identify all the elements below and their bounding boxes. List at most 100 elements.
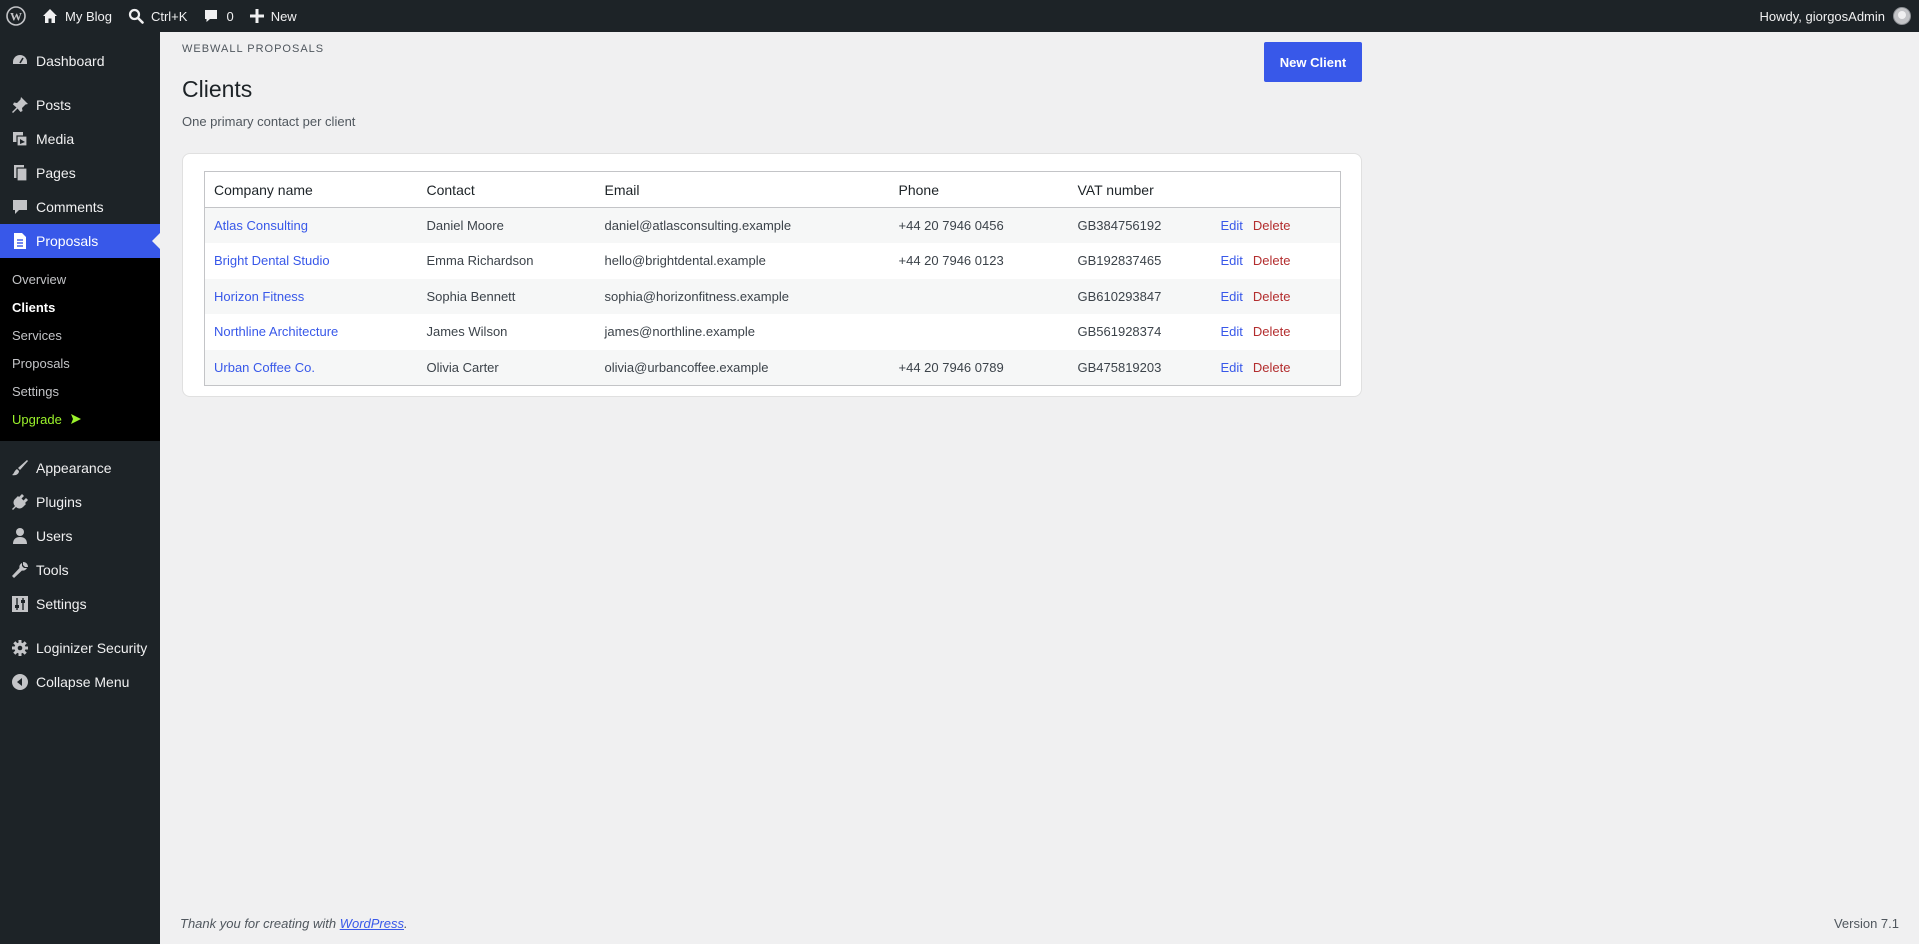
wordpress-link[interactable]: WordPress	[340, 916, 404, 931]
sidebar-item-loginizer[interactable]: Loginizer Security	[0, 631, 160, 665]
company-link[interactable]: Atlas Consulting	[204, 207, 418, 243]
vat-cell: GB475819203	[1068, 349, 1212, 385]
sidebar-label-pages: Pages	[36, 165, 76, 181]
avatar	[1893, 7, 1911, 25]
new-client-button[interactable]: New Client	[1264, 42, 1362, 82]
table-row: Urban Coffee Co. Olivia Carter olivia@ur…	[204, 349, 1341, 385]
contact-cell: Sophia Bennett	[417, 278, 596, 314]
actions-cell: Edit Delete	[1211, 207, 1341, 243]
sidebar-item-pages[interactable]: Pages	[0, 156, 160, 190]
sidebar-label-users: Users	[36, 528, 73, 544]
phone-cell: +44 20 7946 0456	[889, 207, 1069, 243]
footer-version: Version 7.1	[1833, 916, 1899, 931]
phone-cell	[889, 278, 1069, 314]
edit-link[interactable]: Edit	[1221, 360, 1243, 375]
site-name-link[interactable]: My Blog	[34, 0, 120, 32]
contact-cell: Daniel Moore	[417, 207, 596, 243]
vat-cell: GB192837465	[1077, 253, 1162, 269]
edit-link[interactable]: Edit	[1221, 253, 1243, 268]
comments-icon	[10, 197, 30, 217]
wrench-icon	[10, 560, 30, 580]
sidebar-item-posts[interactable]: Posts	[0, 88, 160, 122]
submenu-item-overview[interactable]: Overview	[0, 265, 160, 293]
page-title: Clients	[182, 76, 253, 102]
paintbrush-icon	[10, 458, 30, 478]
submenu-item-upgrade[interactable]: Upgrade	[0, 405, 160, 433]
howdy-text: Howdy, giorgosAdmin	[1759, 8, 1885, 24]
sidebar-label-settings: Settings	[36, 596, 87, 612]
actions-cell: Edit Delete	[1211, 349, 1341, 385]
sidebar-item-users[interactable]: Users	[0, 519, 160, 553]
proposals-submenu: Overview Clients Services Proposals Sett…	[0, 258, 160, 441]
email-cell: olivia@urbancoffee.example	[595, 349, 890, 385]
actions-cell: Edit Delete	[1211, 278, 1341, 314]
search-shortcut: Ctrl+K	[150, 8, 188, 24]
home-icon	[43, 9, 57, 23]
contact-cell: Olivia Carter	[417, 349, 596, 385]
delete-link[interactable]: Delete	[1253, 253, 1291, 268]
sidebar-collapse-menu[interactable]: Collapse Menu	[0, 665, 160, 699]
new-content-link[interactable]: New	[242, 0, 305, 32]
sidebar-label-tools: Tools	[36, 562, 69, 578]
gear-icon	[10, 638, 30, 658]
sidebar-item-media[interactable]: Media	[0, 122, 160, 156]
site-name: My Blog	[65, 8, 112, 24]
email-cell: daniel@atlasconsulting.example	[595, 207, 890, 243]
sidebar-label-appearance: Appearance	[36, 460, 112, 476]
sidebar-item-dashboard[interactable]: Dashboard	[0, 44, 160, 78]
sidebar-item-proposals[interactable]: Proposals	[0, 224, 160, 258]
submenu-item-settings[interactable]: Settings	[0, 377, 160, 405]
column-header-vat: VAT number	[1068, 171, 1212, 208]
sidebar-item-comments[interactable]: Comments	[0, 190, 160, 224]
edit-link[interactable]: Edit	[1221, 324, 1243, 339]
company-link[interactable]: Horizon Fitness	[204, 278, 418, 314]
delete-link[interactable]: Delete	[1253, 360, 1291, 375]
company-link[interactable]: Bright Dental Studio	[205, 243, 418, 279]
delete-link[interactable]: Delete	[1253, 324, 1291, 339]
submenu-item-services[interactable]: Services	[0, 321, 160, 349]
table-row: Atlas Consulting Daniel Moore daniel@atl…	[204, 207, 1341, 243]
email-cell: sophia@horizonfitness.example	[595, 278, 890, 314]
email-cell: hello@brightdental.example	[604, 253, 766, 269]
comments-link[interactable]: 0	[195, 0, 241, 32]
edit-link[interactable]: Edit	[1221, 289, 1243, 304]
company-link[interactable]: Urban Coffee Co.	[204, 349, 418, 385]
upgrade-label: Upgrade	[12, 411, 62, 427]
wordpress-logo-icon[interactable]: W	[0, 0, 34, 32]
arrow-right-icon	[70, 414, 81, 424]
plus-icon	[249, 9, 264, 23]
column-header-actions	[1211, 171, 1341, 208]
edit-link[interactable]: Edit	[1221, 218, 1243, 233]
column-header-contact: Contact	[417, 171, 596, 208]
delete-link[interactable]: Delete	[1253, 289, 1291, 304]
email-cell: james@northline.example	[604, 324, 756, 340]
page-subtitle: One primary contact per client	[182, 114, 356, 129]
plugin-icon	[10, 492, 30, 512]
my-account[interactable]: Howdy, giorgosAdmin	[1760, 0, 1911, 32]
search-icon	[128, 8, 144, 24]
sidebar-item-tools[interactable]: Tools	[0, 553, 160, 587]
sidebar-item-plugins[interactable]: Plugins	[0, 485, 160, 519]
delete-link[interactable]: Delete	[1253, 218, 1291, 233]
clients-card: Company name Contact Email Phone VAT num…	[182, 153, 1362, 397]
footer-thanks-prefix: Thank you for creating with	[180, 916, 340, 931]
submenu-item-clients[interactable]: Clients	[0, 293, 160, 321]
search-command[interactable]: Ctrl+K	[120, 0, 195, 32]
pages-icon	[10, 163, 30, 183]
vat-cell: GB384756192	[1068, 207, 1212, 243]
user-icon	[10, 526, 30, 546]
sidebar-item-appearance[interactable]: Appearance	[0, 451, 160, 485]
sidebar-label-proposals: Proposals	[36, 233, 99, 249]
table-header-row: Company name Contact Email Phone VAT num…	[204, 171, 1341, 208]
vat-cell: GB561928374	[1077, 324, 1162, 340]
pushpin-icon	[10, 95, 30, 115]
company-link[interactable]: Northline Architecture	[205, 314, 418, 350]
phone-cell: +44 20 7946 0123	[898, 253, 1004, 269]
collapse-arrow-icon	[10, 672, 30, 692]
document-icon	[10, 231, 30, 251]
sidebar-item-settings[interactable]: Settings	[0, 587, 160, 621]
sidebar-label-plugins: Plugins	[36, 494, 82, 510]
submenu-item-proposals[interactable]: Proposals	[0, 349, 160, 377]
actions-cell: Edit Delete	[1212, 243, 1341, 279]
table-row: Bright Dental Studio Emma Richardson hel…	[205, 243, 1341, 279]
